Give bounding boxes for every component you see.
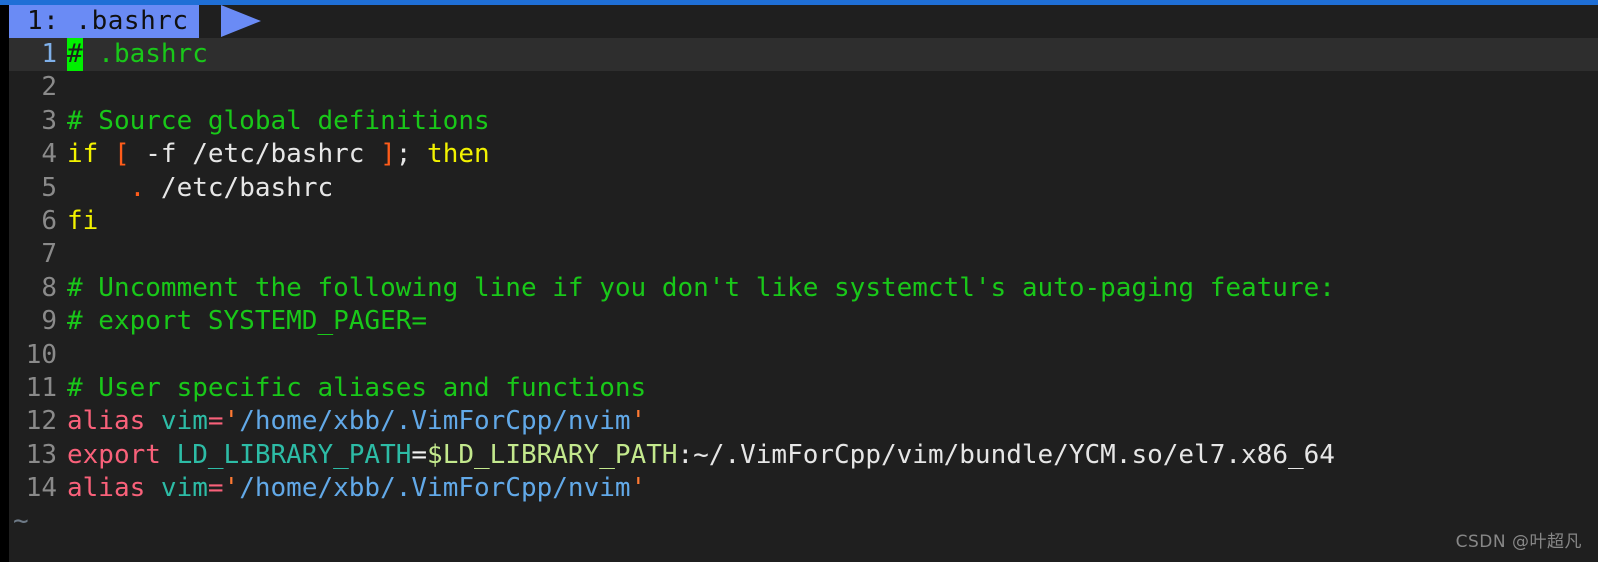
code-token: # Source global definitions bbox=[67, 105, 490, 136]
line-text: # Source global definitions bbox=[67, 105, 1598, 138]
line-number: 1 bbox=[41, 39, 57, 69]
line-text: . /etc/bashrc bbox=[67, 172, 1598, 205]
code-lines-container: 1 # .bashrc 2 3 # Source global definitions 4… bbox=[9, 38, 1598, 505]
code-token: if bbox=[67, 139, 114, 170]
code-token: -f /etc/bashrc bbox=[129, 139, 381, 170]
code-line: 6 fi bbox=[9, 205, 1598, 238]
code-token: fi bbox=[67, 205, 99, 236]
line-number: 4 bbox=[41, 139, 57, 170]
code-line: 11 # User specific aliases and functions bbox=[9, 372, 1598, 405]
tab-bashrc[interactable]: 1: .bashrc bbox=[9, 5, 199, 38]
code-line: 3 # Source global definitions bbox=[9, 105, 1598, 138]
tab-label: 1: .bashrc bbox=[27, 6, 189, 36]
code-token: = bbox=[411, 439, 428, 470]
line-text: alias vim='/home/xbb/.VimForCpp/nvim' bbox=[67, 405, 1598, 438]
line-number: 6 bbox=[41, 205, 57, 236]
line-number: 10 bbox=[25, 339, 57, 370]
code-token: = bbox=[207, 473, 224, 504]
editor-text-area[interactable]: 1 # .bashrc 2 3 # Source global definitions 4… bbox=[9, 38, 1598, 562]
code-line: 13 export LD_LIBRARY_PATH=$LD_LIBRARY_PAT… bbox=[9, 439, 1598, 472]
code-token: :~/.VimForCpp/vim/bundle/YCM.so/el7.x86_… bbox=[677, 439, 1335, 470]
code-token: alias bbox=[67, 473, 161, 504]
code-line: 10 bbox=[9, 339, 1598, 372]
code-token: . bbox=[129, 172, 146, 203]
code-line: 2 bbox=[9, 71, 1598, 104]
code-token: .bashrc bbox=[82, 39, 208, 69]
code-line: 7 bbox=[9, 238, 1598, 271]
line-text: # Uncomment the following line if you do… bbox=[67, 272, 1598, 305]
code-line: 1 # .bashrc bbox=[9, 38, 1598, 72]
line-number: 3 bbox=[41, 105, 57, 136]
tilde-filler: ~ bbox=[13, 506, 29, 537]
csdn-watermark: CSDN @叶超凡 bbox=[1455, 532, 1582, 552]
tab-arrow-icon bbox=[221, 5, 261, 37]
code-token: # User specific aliases and functions bbox=[67, 372, 647, 403]
line-number: 9 bbox=[41, 306, 57, 337]
line-number: 12 bbox=[25, 406, 57, 437]
line-text: # User specific aliases and functions bbox=[67, 372, 1598, 405]
tabline: 1: .bashrc bbox=[0, 5, 1598, 38]
line-number: 13 bbox=[25, 439, 57, 470]
code-token: # Uncomment the following line if you do… bbox=[67, 272, 1335, 303]
code-token: /home/xbb/.VimForCpp/nvim bbox=[239, 406, 631, 437]
code-token: ' bbox=[223, 473, 240, 504]
code-line: 4 if [ -f /etc/bashrc ]; then bbox=[9, 138, 1598, 171]
code-token: /etc/bashrc bbox=[145, 172, 334, 203]
window-left-border bbox=[0, 5, 9, 562]
code-line: 5 . /etc/bashrc bbox=[9, 172, 1598, 205]
line-number: 2 bbox=[41, 72, 57, 103]
code-token: vim bbox=[160, 406, 208, 437]
line-text: fi bbox=[67, 205, 1598, 238]
code-token: alias bbox=[67, 406, 161, 437]
code-token: [ bbox=[113, 139, 130, 170]
code-token: vim bbox=[160, 473, 208, 504]
code-line: 14 alias vim='/home/xbb/.VimForCpp/nvim' bbox=[9, 472, 1598, 505]
line-text: # export SYSTEMD_PAGER= bbox=[67, 305, 1598, 338]
filler-row: ~ bbox=[9, 505, 1598, 538]
code-token: export bbox=[67, 439, 177, 470]
code-token: = bbox=[207, 406, 224, 437]
code-token: ; bbox=[395, 139, 428, 170]
line-text: if [ -f /etc/bashrc ]; then bbox=[67, 138, 1598, 171]
line-number: 11 bbox=[25, 372, 57, 403]
code-line: 9 # export SYSTEMD_PAGER= bbox=[9, 305, 1598, 338]
line-text: # .bashrc bbox=[67, 38, 1598, 72]
code-token: LD_LIBRARY_PATH bbox=[176, 439, 412, 470]
code-line: 8 # Uncomment the following line if you d… bbox=[9, 272, 1598, 305]
code-token: $LD_LIBRARY_PATH bbox=[427, 439, 678, 470]
code-token: then bbox=[427, 139, 490, 170]
code-token: ] bbox=[380, 139, 396, 170]
line-number: 8 bbox=[41, 272, 57, 303]
code-token: ' bbox=[223, 406, 240, 437]
line-text: alias vim='/home/xbb/.VimForCpp/nvim' bbox=[67, 472, 1598, 505]
code-token: /home/xbb/.VimForCpp/nvim bbox=[239, 473, 631, 504]
code-token: ' bbox=[630, 406, 647, 437]
line-number: 7 bbox=[41, 239, 57, 270]
vim-editor-window: 1: .bashrc 1 # .bashrc 2 3 # Source global d… bbox=[0, 0, 1598, 562]
code-line: 12 alias vim='/home/xbb/.VimForCpp/nvim' bbox=[9, 405, 1598, 438]
line-number: 5 bbox=[41, 172, 57, 203]
line-number: 14 bbox=[25, 473, 57, 504]
line-text: export LD_LIBRARY_PATH=$LD_LIBRARY_PATH:… bbox=[67, 439, 1598, 472]
code-token: ' bbox=[630, 473, 647, 504]
text-cursor: # bbox=[67, 38, 83, 72]
code-token: # export SYSTEMD_PAGER= bbox=[67, 306, 428, 337]
